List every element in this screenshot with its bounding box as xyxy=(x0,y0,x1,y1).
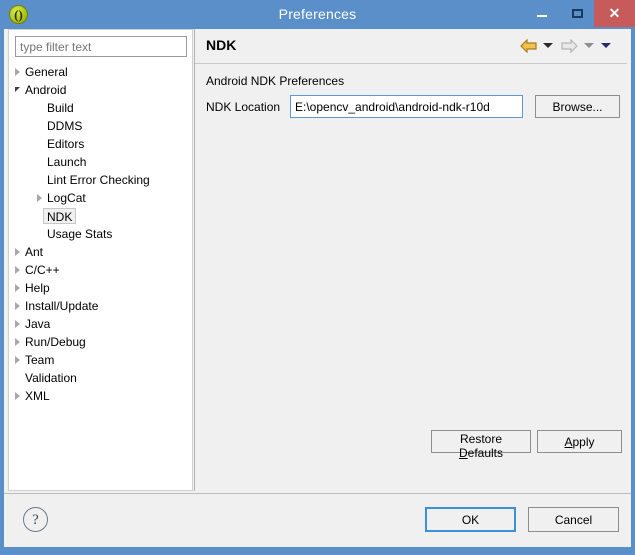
tree-collapse-arrow-icon[interactable] xyxy=(15,266,20,274)
apply-label-post: pply xyxy=(572,434,595,449)
page-title: NDK xyxy=(206,37,237,53)
tree-item-xml[interactable]: XML xyxy=(9,387,192,405)
page-header: NDK xyxy=(195,29,627,64)
tree-collapse-arrow-icon[interactable] xyxy=(15,68,20,76)
dialog-client-area: General Android Build DDMS Editors Launch Lint… xyxy=(4,29,631,547)
tree-item-label: Lint Error Checking xyxy=(47,173,150,187)
tree-item-label: LogCat xyxy=(47,191,86,205)
restore-defaults-button[interactable]: Restore Defaults xyxy=(431,430,531,460)
help-icon[interactable]: ? xyxy=(23,507,48,532)
tree-item-label: XML xyxy=(25,389,50,403)
preference-page-panel: NDK Android NDK Preferences NDK Location xyxy=(194,29,627,491)
tree-collapse-arrow-icon[interactable] xyxy=(37,194,42,202)
ndk-location-input[interactable] xyxy=(290,95,523,118)
tree-item-ndk[interactable]: NDK xyxy=(9,207,192,225)
back-chevron-down-icon[interactable] xyxy=(543,43,553,48)
tree-collapse-arrow-icon[interactable] xyxy=(15,338,20,346)
preference-tree[interactable]: General Android Build DDMS Editors Launch Lint… xyxy=(9,63,192,489)
tree-item-label: DDMS xyxy=(47,119,83,133)
tree-item-team[interactable]: Team xyxy=(9,351,192,369)
forward-arrow-icon xyxy=(561,38,578,56)
minimize-icon xyxy=(537,15,547,17)
tree-item-run-debug[interactable]: Run/Debug xyxy=(9,333,192,351)
tree-item-label: Team xyxy=(25,353,55,367)
title-bar: () Preferences ✕ xyxy=(0,0,635,29)
tree-item-c-c[interactable]: C/C++ xyxy=(9,261,192,279)
tree-collapse-arrow-icon[interactable] xyxy=(15,302,20,310)
tree-item-label: Launch xyxy=(47,155,87,169)
tree-item-logcat[interactable]: LogCat xyxy=(9,189,192,207)
tree-item-label: Validation xyxy=(25,371,77,385)
tree-item-label: Build xyxy=(47,101,74,115)
filter-input[interactable] xyxy=(15,36,187,57)
tree-item-label: Usage Stats xyxy=(47,227,113,241)
page-menu-chevron-down-icon[interactable] xyxy=(601,43,611,48)
close-button[interactable]: ✕ xyxy=(594,0,635,27)
tree-collapse-arrow-icon[interactable] xyxy=(15,284,20,292)
tree-item-label: Run/Debug xyxy=(25,335,86,349)
tree-item-install-update[interactable]: Install/Update xyxy=(9,297,192,315)
tree-expand-arrow-icon[interactable] xyxy=(15,87,20,92)
close-icon: ✕ xyxy=(608,5,621,21)
tree-item-ddms[interactable]: DDMS xyxy=(9,117,192,135)
tree-item-build[interactable]: Build xyxy=(9,99,192,117)
ndk-location-label: NDK Location xyxy=(206,100,281,114)
ok-button[interactable]: OK xyxy=(425,507,516,532)
minimize-button[interactable] xyxy=(525,0,558,27)
tree-item-lint-error-checking[interactable]: Lint Error Checking xyxy=(9,171,192,189)
tree-item-label: Editors xyxy=(47,137,85,151)
tree-item-label: NDK xyxy=(43,208,77,224)
tree-collapse-arrow-icon[interactable] xyxy=(15,356,20,364)
tree-item-label: Install/Update xyxy=(25,299,99,313)
tree-item-usage-stats[interactable]: Usage Stats xyxy=(9,225,192,243)
back-arrow-icon[interactable] xyxy=(520,38,537,56)
preferences-window: () Preferences ✕ General Android Build DDMS… xyxy=(0,0,635,555)
forward-chevron-down-icon xyxy=(584,43,594,48)
apply-button[interactable]: Apply xyxy=(537,430,622,453)
tree-item-editors[interactable]: Editors xyxy=(9,135,192,153)
section-label: Android NDK Preferences xyxy=(206,74,345,88)
preference-tree-panel: General Android Build DDMS Editors Launch Lint… xyxy=(8,29,193,491)
apply-mnemonic: A xyxy=(564,434,573,449)
tree-item-java[interactable]: Java xyxy=(9,315,192,333)
tree-item-label: C/C++ xyxy=(25,263,60,277)
dialog-button-bar: ? OK Cancel xyxy=(4,494,631,547)
tree-collapse-arrow-icon[interactable] xyxy=(15,392,20,400)
tree-item-label: Android xyxy=(25,83,67,97)
cancel-button[interactable]: Cancel xyxy=(528,507,619,532)
tree-item-label: Help xyxy=(25,281,50,295)
tree-item-validation[interactable]: Validation xyxy=(9,369,192,387)
tree-item-label: Ant xyxy=(25,245,44,259)
maximize-button[interactable] xyxy=(561,0,594,27)
tree-item-launch[interactable]: Launch xyxy=(9,153,192,171)
restore-defaults-label-post: efaults xyxy=(467,446,504,460)
tree-item-label: Java xyxy=(25,317,51,331)
tree-collapse-arrow-icon[interactable] xyxy=(15,320,20,328)
tree-item-android[interactable]: Android xyxy=(9,81,192,99)
restore-defaults-label-pre: Restore xyxy=(459,432,503,446)
restore-defaults-mnemonic: D xyxy=(458,446,468,460)
tree-item-general[interactable]: General xyxy=(9,63,192,81)
browse-button[interactable]: Browse... xyxy=(535,95,620,118)
tree-item-help[interactable]: Help xyxy=(9,279,192,297)
tree-item-label: General xyxy=(25,65,68,79)
maximize-icon xyxy=(572,9,583,18)
tree-collapse-arrow-icon[interactable] xyxy=(15,248,20,256)
tree-item-ant[interactable]: Ant xyxy=(9,243,192,261)
